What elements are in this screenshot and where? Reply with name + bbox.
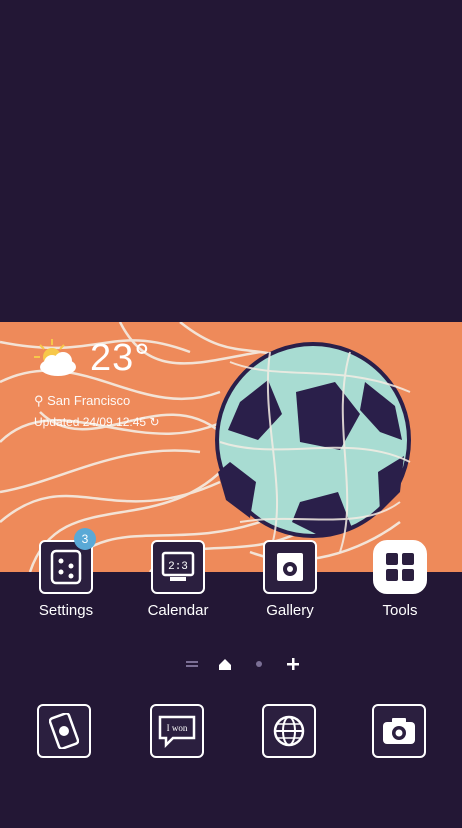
temperature: 23° <box>90 337 151 379</box>
app-settings[interactable]: 3 Settings <box>26 528 106 619</box>
app-label: Calendar <box>147 602 209 619</box>
svg-text:2:3: 2:3 <box>168 561 188 573</box>
page-indicator <box>0 656 462 672</box>
internet-icon[interactable] <box>262 704 316 758</box>
app-label: Tools <box>382 602 418 619</box>
updated-label: Updated 24/09 12:45 ↻ <box>34 415 160 429</box>
refresh-icon[interactable]: ↻ <box>149 415 159 429</box>
dock: I won <box>0 702 462 762</box>
page-dot <box>256 661 262 667</box>
app-tools[interactable]: Tools <box>360 540 440 619</box>
app-label: Gallery <box>266 602 314 619</box>
gallery-icon <box>263 540 317 594</box>
phone-icon[interactable] <box>37 704 91 758</box>
app-gallery[interactable]: Gallery <box>250 540 330 619</box>
calendar-icon: 2:3 <box>151 540 205 594</box>
tools-icon <box>373 540 427 594</box>
app-calendar[interactable]: 2:3 Calendar <box>138 540 218 619</box>
location-label: ⚲ San Francisco <box>34 393 130 409</box>
partly-sunny-icon <box>34 339 76 376</box>
notification-badge: 3 <box>74 528 96 550</box>
location-pin-icon: ⚲ <box>34 393 48 408</box>
home-icon <box>219 659 231 670</box>
add-icon <box>287 658 299 670</box>
app-label: Settings <box>38 602 94 619</box>
menu-icon <box>186 661 198 667</box>
soccer-ball-icon <box>215 342 411 553</box>
location-text: San Francisco <box>47 393 131 408</box>
svg-text:I won: I won <box>167 723 188 733</box>
updated-text: Updated 24/09 12:45 <box>34 415 147 429</box>
camera-icon[interactable] <box>372 704 426 758</box>
messages-icon[interactable]: I won <box>150 704 204 758</box>
